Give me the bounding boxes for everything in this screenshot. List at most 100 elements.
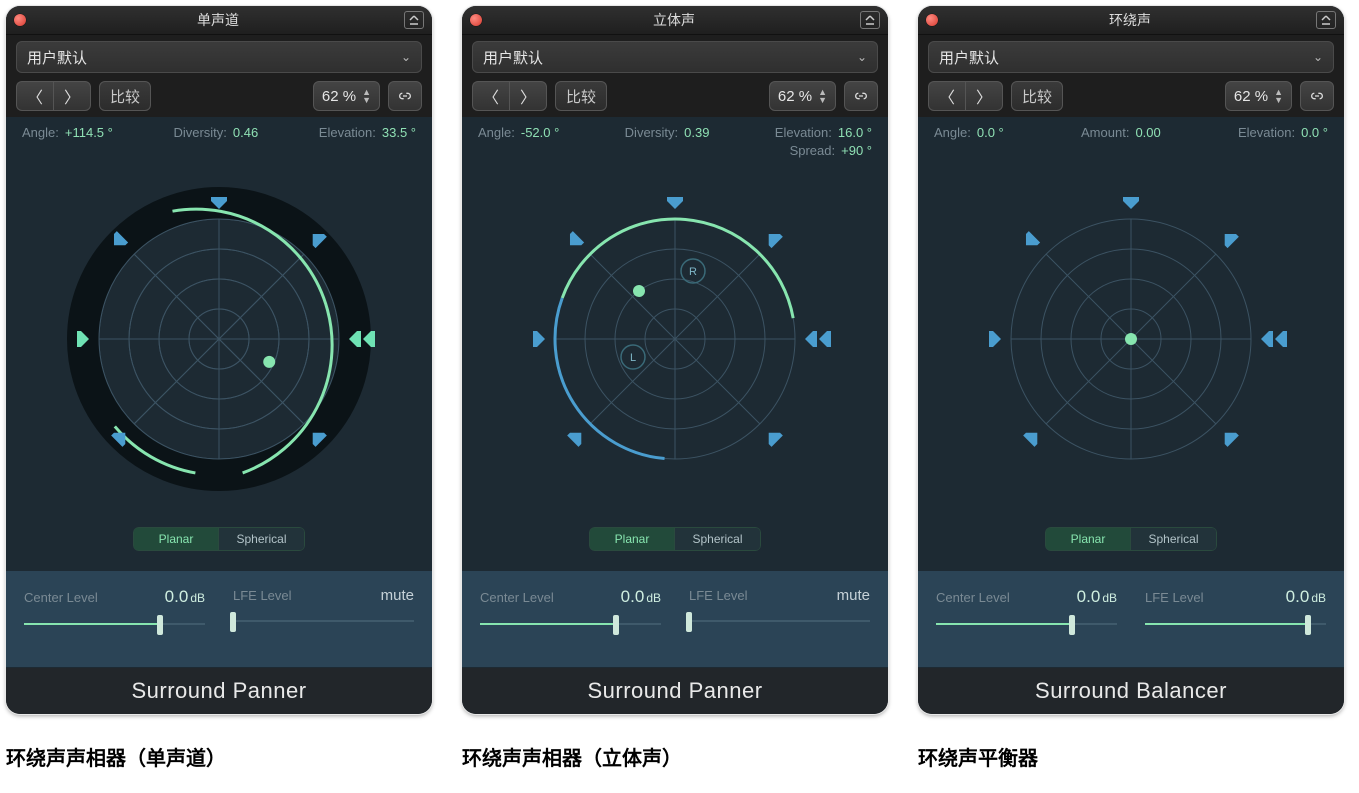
close-icon[interactable]: [14, 14, 26, 26]
mode-segmented: Planar Spherical: [1045, 527, 1217, 551]
scale-stepper[interactable]: 62 % ▲▼: [769, 81, 836, 111]
readouts: Angle: 0.0 ° Amount: 0.00 Elevation: 0.0…: [918, 117, 1344, 165]
window-title: 单声道: [32, 10, 404, 30]
mode-spherical-button[interactable]: Spherical: [1131, 527, 1217, 551]
link-button[interactable]: [844, 81, 878, 111]
compare-button[interactable]: 比较: [1011, 81, 1063, 111]
expand-icon[interactable]: [404, 11, 424, 29]
lfe-level-label: LFE Level: [233, 588, 292, 603]
scale-value: 62 %: [322, 88, 356, 105]
elevation-label: Elevation:: [775, 125, 832, 140]
link-button[interactable]: [388, 81, 422, 111]
pan-field[interactable]: [6, 165, 432, 525]
angle-value[interactable]: -52.0 °: [521, 125, 559, 140]
lfe-level-slider-group: LFE Level mute: [233, 587, 414, 667]
elevation-label: Elevation:: [319, 125, 376, 140]
lfe-level-value[interactable]: 0.0dB: [1286, 587, 1326, 607]
center-level-slider[interactable]: [480, 615, 661, 633]
angle-value[interactable]: 0.0 °: [977, 125, 1004, 140]
expand-icon[interactable]: [1316, 11, 1336, 29]
lfe-level-label: LFE Level: [689, 588, 748, 603]
caption: 环绕声声相器（单声道）: [6, 742, 432, 771]
close-icon[interactable]: [926, 14, 938, 26]
window-title: 环绕声: [944, 10, 1316, 30]
lfe-level-slider[interactable]: [689, 612, 870, 630]
level-sliders: Center Level 0.0dB LFE Level mute: [6, 571, 432, 667]
mode-planar-button[interactable]: Planar: [589, 527, 675, 551]
angle-label: Angle:: [934, 125, 971, 140]
mode-planar-button[interactable]: Planar: [1045, 527, 1131, 551]
prev-preset-button[interactable]: 〈: [472, 81, 509, 111]
readouts: Angle: +114.5 ° Diversity: 0.46 Elevatio…: [6, 117, 432, 165]
compare-button[interactable]: 比较: [555, 81, 607, 111]
center-level-slider[interactable]: [24, 615, 205, 633]
center-level-slider-group: Center Level 0.0dB: [24, 587, 205, 667]
scale-stepper[interactable]: 62 % ▲▼: [1225, 81, 1292, 111]
close-icon[interactable]: [470, 14, 482, 26]
level-sliders: Center Level 0.0dB LFE Level mute: [462, 571, 888, 667]
mode-spherical-button[interactable]: Spherical: [219, 527, 305, 551]
mid-value[interactable]: 0.39: [684, 125, 709, 140]
prev-preset-button[interactable]: 〈: [928, 81, 965, 111]
link-button[interactable]: [1300, 81, 1334, 111]
expand-icon[interactable]: [860, 11, 880, 29]
lfe-level-slider[interactable]: [233, 612, 414, 630]
center-level-label: Center Level: [936, 590, 1010, 605]
level-sliders: Center Level 0.0dB LFE Level 0.0dB: [918, 571, 1344, 667]
compare-button[interactable]: 比较: [99, 81, 151, 111]
angle-value[interactable]: +114.5 °: [65, 125, 113, 140]
scale-stepper[interactable]: 62 % ▲▼: [313, 81, 380, 111]
center-level-label: Center Level: [480, 590, 554, 605]
readouts: Angle: -52.0 ° Diversity: 0.39 Elevation…: [462, 117, 888, 165]
preset-selector[interactable]: 用户默认 ⌄: [16, 41, 422, 73]
lfe-level-slider[interactable]: [1145, 615, 1326, 633]
titlebar: 环绕声: [918, 6, 1344, 35]
mid-value[interactable]: 0.00: [1135, 125, 1160, 140]
titlebar: 立体声: [462, 6, 888, 35]
angle-label: Angle:: [478, 125, 515, 140]
chevron-down-icon: ⌄: [857, 50, 867, 64]
spread-label: Spread:: [790, 143, 836, 158]
preset-label: 用户默认: [27, 47, 87, 68]
center-level-slider[interactable]: [936, 615, 1117, 633]
stepper-arrows-icon: ▲▼: [818, 88, 827, 104]
next-preset-button[interactable]: 〉: [509, 81, 547, 111]
mode-spherical-button[interactable]: Spherical: [675, 527, 761, 551]
mode-segmented: Planar Spherical: [133, 527, 305, 551]
spread-value[interactable]: +90 °: [841, 143, 872, 158]
preset-selector[interactable]: 用户默认 ⌄: [928, 41, 1334, 73]
stepper-arrows-icon: ▲▼: [1274, 88, 1283, 104]
plugin-name: Surround Panner: [6, 668, 432, 714]
stepper-arrows-icon: ▲▼: [362, 88, 371, 104]
mid-value[interactable]: 0.46: [233, 125, 258, 140]
panner-window-2: 环绕声 用户默认 ⌄ 〈 〉 比较 62 % ▲▼: [918, 6, 1344, 714]
elevation-value[interactable]: 0.0 °: [1301, 125, 1328, 140]
panner-window-1: 立体声 用户默认 ⌄ 〈 〉 比较 62 % ▲▼: [462, 6, 888, 714]
caption: 环绕声平衡器: [918, 742, 1344, 771]
panner-window-0: 单声道 用户默认 ⌄ 〈 〉 比较 62 % ▲▼: [6, 6, 432, 714]
chevron-down-icon: ⌄: [1313, 50, 1323, 64]
chevron-down-icon: ⌄: [401, 50, 411, 64]
mid-label: Diversity:: [625, 125, 678, 140]
scale-value: 62 %: [1234, 88, 1268, 105]
center-level-value[interactable]: 0.0dB: [1077, 587, 1117, 607]
elevation-label: Elevation:: [1238, 125, 1295, 140]
pan-field[interactable]: RL: [462, 165, 888, 525]
pan-field[interactable]: [918, 165, 1344, 525]
mid-label: Diversity:: [173, 125, 226, 140]
mode-planar-button[interactable]: Planar: [133, 527, 219, 551]
next-preset-button[interactable]: 〉: [53, 81, 91, 111]
preset-label: 用户默认: [939, 47, 999, 68]
prev-preset-button[interactable]: 〈: [16, 81, 53, 111]
mid-label: Amount:: [1081, 125, 1129, 140]
titlebar: 单声道: [6, 6, 432, 35]
lfe-level-mute-label: mute: [381, 587, 414, 604]
preset-selector[interactable]: 用户默认 ⌄: [472, 41, 878, 73]
center-level-value[interactable]: 0.0dB: [165, 587, 205, 607]
elevation-value[interactable]: 16.0 °: [838, 125, 872, 140]
center-level-value[interactable]: 0.0dB: [621, 587, 661, 607]
center-level-slider-group: Center Level 0.0dB: [480, 587, 661, 667]
next-preset-button[interactable]: 〉: [965, 81, 1003, 111]
elevation-value[interactable]: 33.5 °: [382, 125, 416, 140]
plugin-name: Surround Balancer: [918, 668, 1344, 714]
